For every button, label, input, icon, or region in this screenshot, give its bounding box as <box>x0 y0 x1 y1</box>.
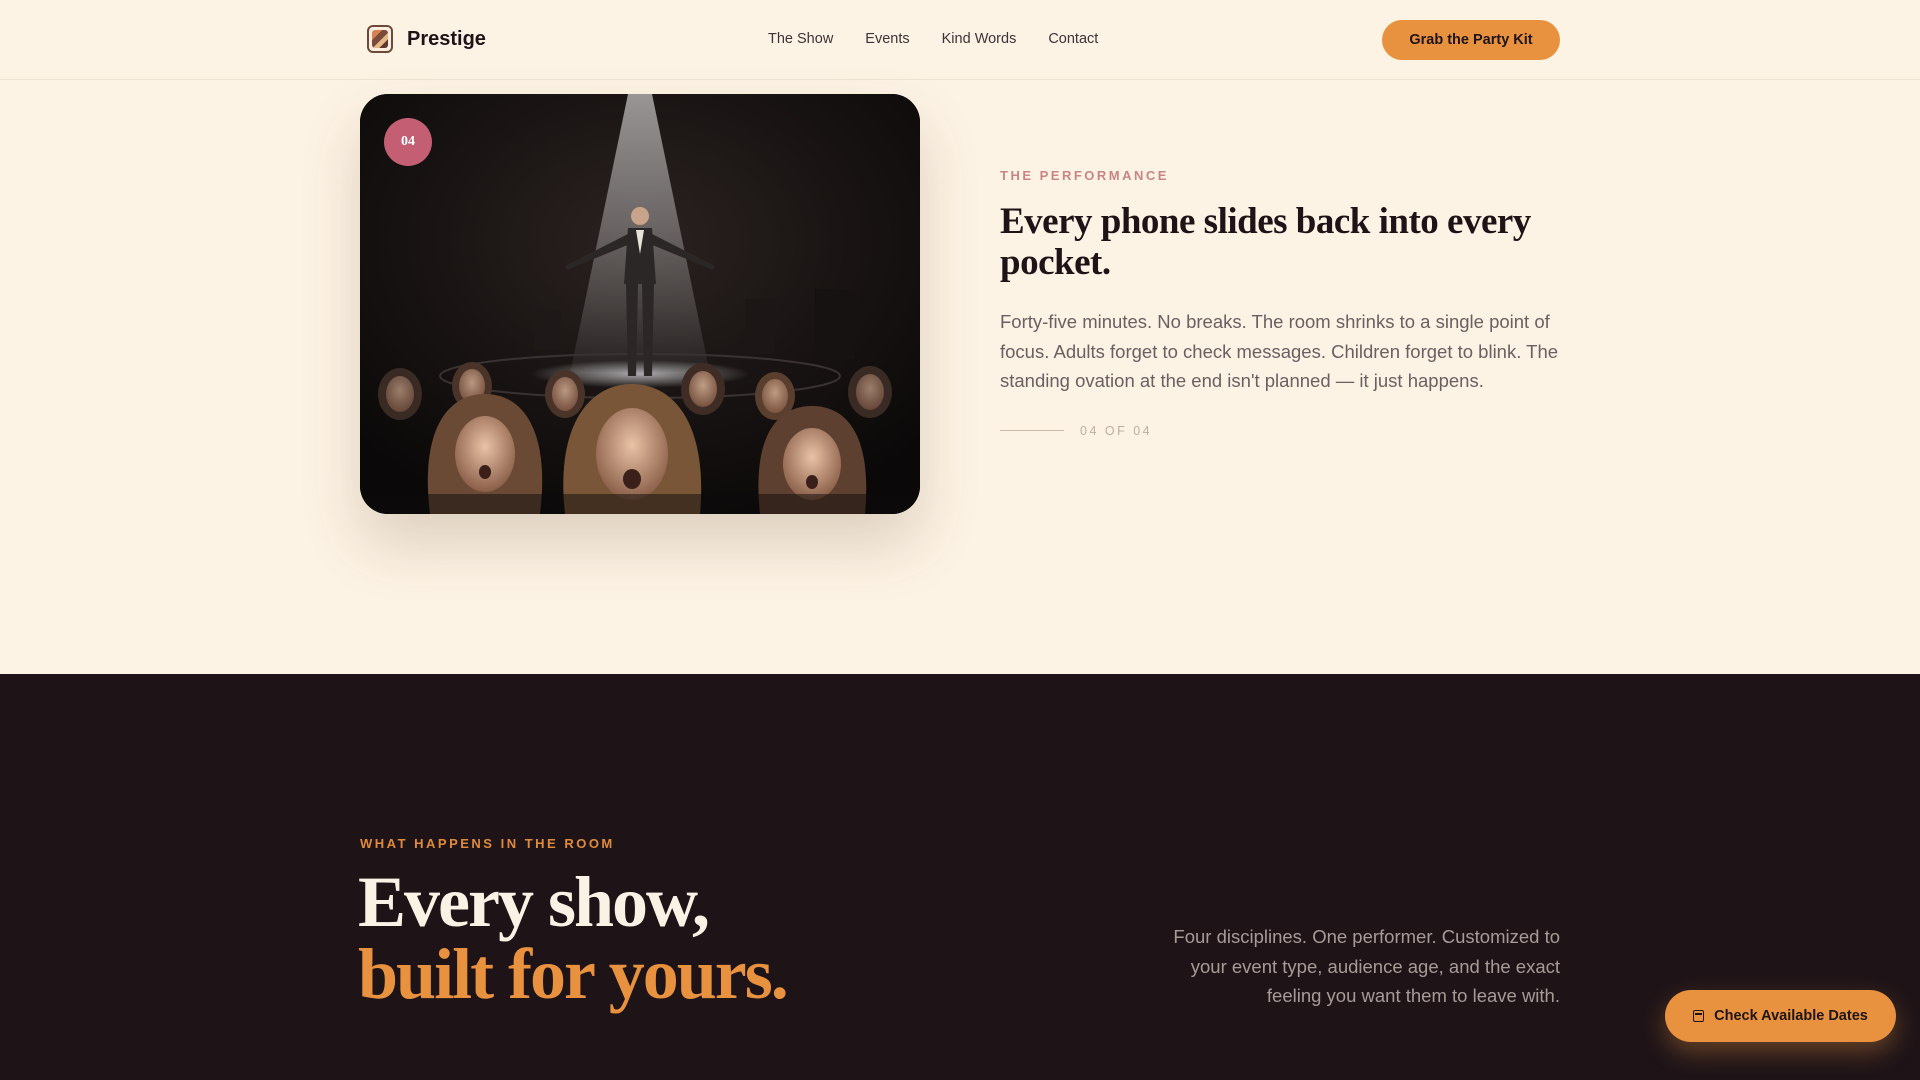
counter-divider <box>1000 430 1064 431</box>
check-dates-label: Check Available Dates <box>1714 1008 1868 1024</box>
check-dates-button[interactable]: Check Available Dates <box>1665 990 1896 1042</box>
counter-text: 04 OF 04 <box>1080 423 1153 438</box>
party-kit-button[interactable]: Grab the Party Kit <box>1382 20 1560 60</box>
brand[interactable]: Prestige <box>367 25 486 53</box>
room-title: Every show, built for yours. <box>358 862 789 1014</box>
performance-text: THE PERFORMANCE Every phone slides back … <box>1000 168 1560 438</box>
nav-contact[interactable]: Contact <box>1048 31 1098 47</box>
calendar-icon <box>1693 1010 1705 1022</box>
room-eyebrow: WHAT HAPPENS IN THE ROOM <box>360 836 615 851</box>
nav-kind-words[interactable]: Kind Words <box>942 31 1017 47</box>
brand-name: Prestige <box>407 27 486 50</box>
room-title-line1: Every show, <box>358 862 710 942</box>
room-section <box>0 674 1920 1080</box>
performance-image: 04 <box>360 94 920 514</box>
theater-masks-icon <box>367 25 393 53</box>
site-header: Prestige The Show Events Kind Words Cont… <box>0 0 1920 80</box>
step-badge: 04 <box>384 118 432 166</box>
stage-scene-illustration <box>360 94 920 514</box>
room-title-line2: built for yours. <box>358 934 789 1014</box>
nav-the-show[interactable]: The Show <box>768 31 833 47</box>
performance-eyebrow: THE PERFORMANCE <box>1000 168 1169 183</box>
performance-title: Every phone slides back into every pocke… <box>1000 201 1531 283</box>
main-nav: The Show Events Kind Words Contact <box>768 31 1098 47</box>
slide-counter: 04 OF 04 <box>1000 424 1560 438</box>
room-description: Four disciplines. One performer. Customi… <box>1173 926 1560 1006</box>
performance-body: Forty-five minutes. No breaks. The room … <box>1000 311 1559 391</box>
nav-events[interactable]: Events <box>865 31 909 47</box>
